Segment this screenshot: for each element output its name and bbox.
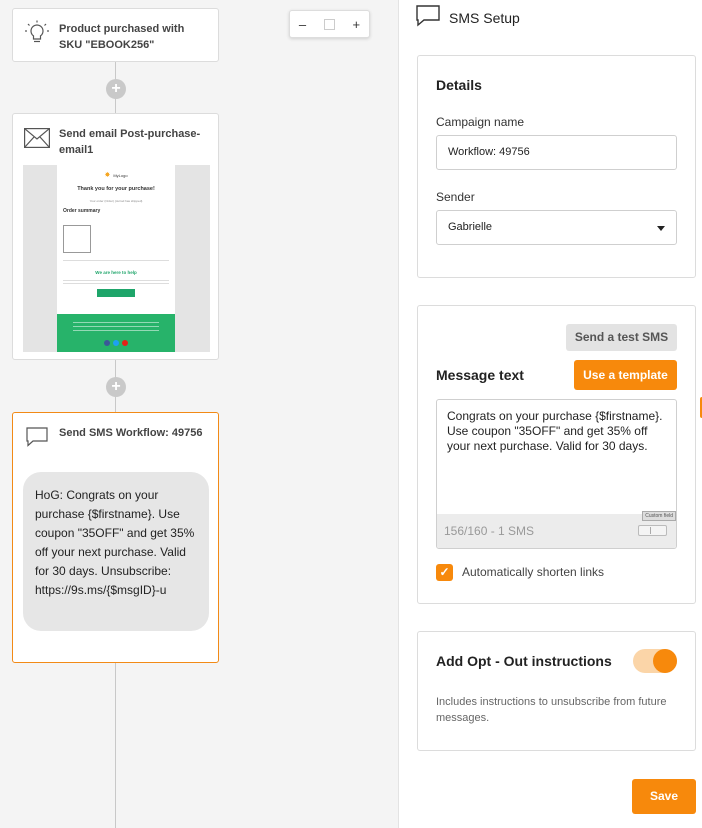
custom-field-tooltip: Custom field [642, 511, 676, 521]
toggle-knob [653, 649, 677, 673]
product-image-placeholder [63, 225, 91, 253]
message-card: Send a test SMS Message text Use a templ… [417, 305, 696, 604]
twitter-icon [113, 340, 119, 346]
details-title: Details [436, 77, 482, 93]
character-counter: 156/160 - 1 SMS [444, 524, 535, 538]
message-footer: 156/160 - 1 SMS Custom field [437, 511, 676, 548]
sms-preview-bubble: HoG: Congrats on your purchase {$firstna… [23, 472, 209, 631]
email-heading: Thank you for your purchase! [77, 186, 155, 192]
email-cta-button [97, 289, 135, 297]
details-card: Details Campaign name Workflow: 49756 Se… [417, 55, 696, 278]
trigger-node[interactable]: Product purchased with SKU "EBOOK256" [12, 8, 219, 62]
custom-field-button[interactable] [638, 525, 667, 536]
caret-down-icon [657, 226, 665, 231]
shorten-links-label: Automatically shorten links [462, 565, 605, 579]
zoom-controls: – + [289, 10, 370, 38]
connector-line [115, 663, 116, 828]
email-logo: ✸ MyLogo [57, 171, 175, 179]
email-help-heading: We are here to help [95, 270, 137, 275]
chat-bubble-icon [23, 423, 51, 451]
email-footer [57, 314, 175, 352]
send-test-sms-button[interactable]: Send a test SMS [566, 324, 677, 351]
sms-title: Send SMS Workflow: 49756 [59, 427, 203, 439]
panel-header: SMS Setup [416, 5, 520, 30]
optout-title: Add Opt - Out instructions [436, 653, 612, 669]
message-textarea[interactable]: Congrats on your purchase {$firstname}. … [436, 399, 677, 549]
sms-node[interactable]: Send SMS Workflow: 49756 HoG: Congrats o… [12, 412, 219, 663]
optout-note: Includes instructions to unsubscribe fro… [436, 696, 667, 724]
email-node[interactable]: Send email Post-purchase-email1 ✸ MyLogo … [12, 113, 219, 360]
message-title: Message text [436, 367, 524, 383]
campaign-name-label: Campaign name [436, 115, 525, 129]
email-help-text [57, 280, 175, 284]
message-text[interactable]: Congrats on your purchase {$firstname}. … [437, 400, 676, 454]
email-preview-page: ✸ MyLogo Thank you for your purchase! You… [57, 165, 175, 352]
sender-label: Sender [436, 190, 475, 204]
email-title: Send email Post-purchase-email1 [59, 128, 201, 156]
envelope-icon [23, 124, 51, 152]
shorten-links-checkbox[interactable]: ✓ [436, 564, 453, 581]
optout-toggle[interactable] [633, 649, 677, 673]
zoom-fit-button[interactable] [323, 18, 335, 30]
sender-select[interactable]: Gabrielle [436, 210, 677, 245]
use-template-button[interactable]: Use a template [574, 360, 677, 390]
trigger-title: Product purchased with SKU "EBOOK256" [59, 23, 185, 51]
email-order-row [57, 218, 175, 258]
email-subtext: Your order (Order) {Jerrod has shipped} [89, 199, 143, 203]
email-order-summary: Order summary [63, 208, 101, 214]
panel-title: SMS Setup [449, 9, 520, 26]
logo-star-icon: ✸ [104, 172, 111, 179]
zoom-out-button[interactable]: – [299, 17, 306, 32]
divider [63, 260, 169, 261]
email-preview[interactable]: ✸ MyLogo Thank you for your purchase! You… [23, 165, 210, 352]
youtube-icon [122, 340, 128, 346]
sms-setup-panel: SMS Setup Details Campaign name Workflow… [398, 0, 702, 828]
zoom-in-button[interactable]: + [353, 17, 361, 32]
add-step-button[interactable]: + [106, 79, 126, 99]
chat-bubble-icon [416, 5, 440, 30]
optout-card: Add Opt - Out instructions Includes inst… [417, 631, 696, 751]
save-button[interactable]: Save [632, 779, 696, 814]
sender-value: Gabrielle [448, 221, 493, 233]
logo-text: MyLogo [113, 172, 128, 178]
lightbulb-icon [23, 19, 51, 47]
workflow-canvas: + + Product purchased with SKU "EBOOK256… [0, 0, 398, 828]
facebook-icon [104, 340, 110, 346]
add-step-button[interactable]: + [106, 377, 126, 397]
campaign-name-input[interactable]: Workflow: 49756 [436, 135, 677, 170]
